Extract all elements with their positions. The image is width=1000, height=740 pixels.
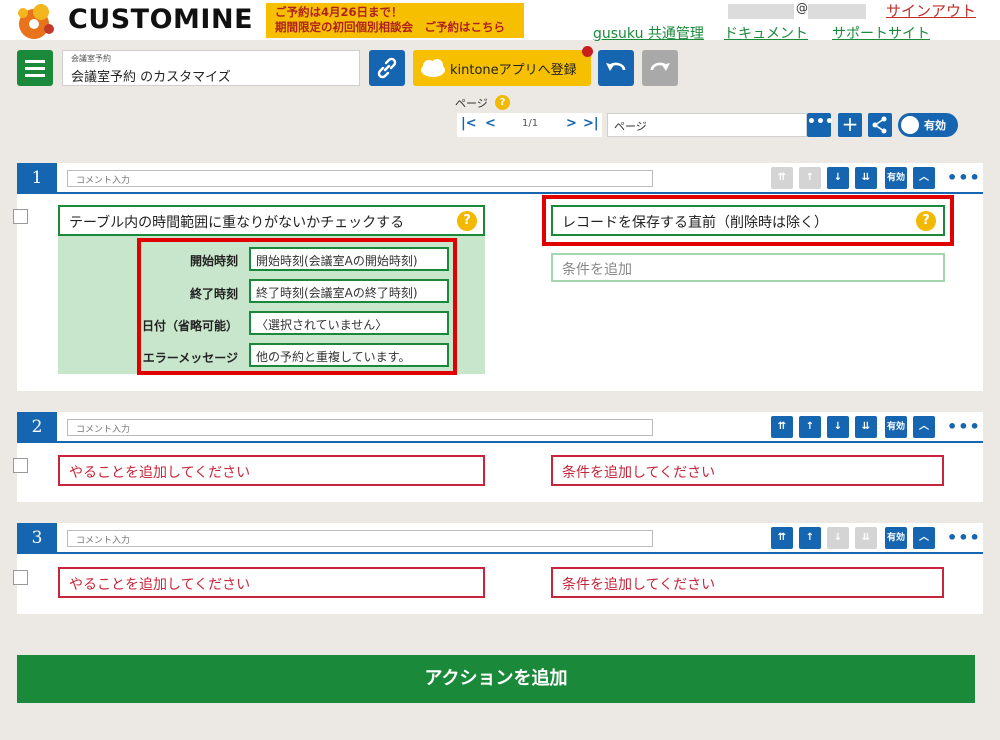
plus-icon: + xyxy=(841,112,859,136)
toggle-knob xyxy=(901,116,919,134)
move-bottom-button[interactable]: ⇊ xyxy=(855,416,877,438)
share-page-button[interactable] xyxy=(868,113,892,137)
menu-icon-bar xyxy=(25,67,45,70)
enabled-button[interactable]: 有効 xyxy=(885,527,907,549)
promo-banner[interactable]: ご予約は4月26日まで！ 期間限定の初回個別相談会 ご予約はこちら xyxy=(266,3,524,38)
undo-button[interactable] xyxy=(598,50,634,86)
support-site-link[interactable]: サポートサイト xyxy=(832,23,930,43)
move-up-button[interactable]: ↑ xyxy=(799,167,821,189)
link-button[interactable] xyxy=(369,50,405,86)
collapse-button[interactable]: ︿ xyxy=(913,167,935,189)
hamburger-menu-button[interactable] xyxy=(17,50,53,86)
highlight-parameters xyxy=(137,238,457,375)
page-help-icon[interactable]: ? xyxy=(495,95,510,110)
app-selector[interactable]: 会議室予約 会議室予約 のカスタマイズ xyxy=(62,50,360,86)
do-help-icon[interactable]: ? xyxy=(457,211,477,231)
puzzle-logo-icon[interactable] xyxy=(14,2,58,40)
action-header: 1 コメント入力 ⇈ ↑ ↓ ⇊ 有効 ︿ ••• xyxy=(17,163,983,194)
toggle-label: 有効 xyxy=(924,119,946,132)
comment-input[interactable]: コメント入力 xyxy=(67,419,653,436)
add-condition-button[interactable]: 条件を追加 xyxy=(551,253,945,282)
page-navigator: |< < 1/1 > >| xyxy=(457,113,602,137)
move-up-button[interactable]: ↑ xyxy=(799,416,821,438)
move-up-button[interactable]: ↑ xyxy=(799,527,821,549)
add-action-button[interactable]: アクションを追加 xyxy=(17,655,975,703)
app-name: 会議室予約 のカスタマイズ xyxy=(71,70,231,85)
user-name-masked xyxy=(728,4,794,19)
action-number: 1 xyxy=(17,163,57,194)
page-number: 1/1 xyxy=(522,118,539,129)
menu-icon xyxy=(25,60,45,63)
signout-link[interactable]: サインアウト xyxy=(886,0,976,21)
move-down-button[interactable]: ↓ xyxy=(827,416,849,438)
page-name-input[interactable]: ページ xyxy=(607,113,807,137)
prev-page-icon[interactable]: < xyxy=(485,116,496,131)
page-more-button[interactable]: ••• xyxy=(807,113,834,137)
page-label: ページ xyxy=(455,97,488,110)
move-top-button[interactable]: ⇈ xyxy=(771,167,793,189)
notification-dot xyxy=(582,46,593,57)
action-1-do-title[interactable]: テーブル内の時間範囲に重なりがないかチェックする xyxy=(58,205,485,236)
cloud-icon xyxy=(421,59,445,77)
first-page-icon[interactable]: |< xyxy=(461,116,477,131)
share-icon xyxy=(872,116,887,134)
user-at-sign: @ xyxy=(796,1,808,15)
collapse-button[interactable]: ︿ xyxy=(913,416,935,438)
action-1-checkbox[interactable] xyxy=(13,209,28,224)
move-bottom-button[interactable]: ⇊ xyxy=(855,167,877,189)
action-more-icon[interactable]: ••• xyxy=(947,168,981,187)
action-3-add-condition[interactable]: 条件を追加してください xyxy=(551,567,944,598)
promo-line-2: 期間限定の初回個別相談会 ご予約はこちら xyxy=(275,20,505,34)
move-down-button[interactable]: ↓ xyxy=(827,527,849,549)
action-2-add-do[interactable]: やることを追加してください xyxy=(58,455,485,486)
action-2-checkbox[interactable] xyxy=(13,458,28,473)
action-more-icon[interactable]: ••• xyxy=(947,417,981,436)
action-2-add-condition[interactable]: 条件を追加してください xyxy=(551,455,944,486)
logo-text[interactable]: CUSTOMINE xyxy=(68,4,253,35)
move-top-button[interactable]: ⇈ xyxy=(771,527,793,549)
redo-icon xyxy=(650,62,670,71)
gusuku-admin-link[interactable]: gusuku 共通管理 xyxy=(593,23,704,43)
move-top-button[interactable]: ⇈ xyxy=(771,416,793,438)
move-bottom-button[interactable]: ⇊ xyxy=(855,527,877,549)
next-page-icon[interactable]: > xyxy=(566,116,577,131)
promo-line-1: ご予約は4月26日まで！ xyxy=(275,5,403,19)
documents-link[interactable]: ドキュメント xyxy=(724,23,808,43)
action-header: 2 コメント入力 ⇈ ↑ ↓ ⇊ 有効 ︿ ••• xyxy=(17,412,983,443)
register-to-kintone-button[interactable]: kintoneアプリへ登録 xyxy=(413,50,591,86)
page-enabled-toggle[interactable]: 有効 xyxy=(898,113,958,137)
app-sublabel: 会議室予約 xyxy=(71,54,111,63)
menu-icon-bar xyxy=(25,74,45,77)
undo-icon xyxy=(606,62,626,71)
action-3-checkbox[interactable] xyxy=(13,570,28,585)
comment-input[interactable]: コメント入力 xyxy=(67,530,653,547)
collapse-button[interactable]: ︿ xyxy=(913,527,935,549)
action-more-icon[interactable]: ••• xyxy=(947,528,981,547)
move-down-button[interactable]: ↓ xyxy=(827,167,849,189)
highlight-condition xyxy=(542,195,954,246)
kintone-button-label: kintoneアプリへ登録 xyxy=(450,63,577,78)
link-icon xyxy=(377,57,397,79)
enabled-button[interactable]: 有効 xyxy=(885,416,907,438)
do-title-text: テーブル内の時間範囲に重なりがないかチェックする xyxy=(69,215,405,231)
action-header: 3 コメント入力 ⇈ ↑ ↓ ⇊ 有効 ︿ ••• xyxy=(17,523,983,554)
last-page-icon[interactable]: >| xyxy=(583,116,599,131)
add-page-button[interactable]: + xyxy=(838,113,862,137)
comment-input[interactable]: コメント入力 xyxy=(67,170,653,187)
action-number: 2 xyxy=(17,412,57,443)
user-domain-masked xyxy=(808,4,866,19)
action-number: 3 xyxy=(17,523,57,554)
more-icon: ••• xyxy=(807,114,834,130)
action-3-add-do[interactable]: やることを追加してください xyxy=(58,567,485,598)
redo-button[interactable] xyxy=(642,50,678,86)
enabled-button[interactable]: 有効 xyxy=(885,167,907,189)
